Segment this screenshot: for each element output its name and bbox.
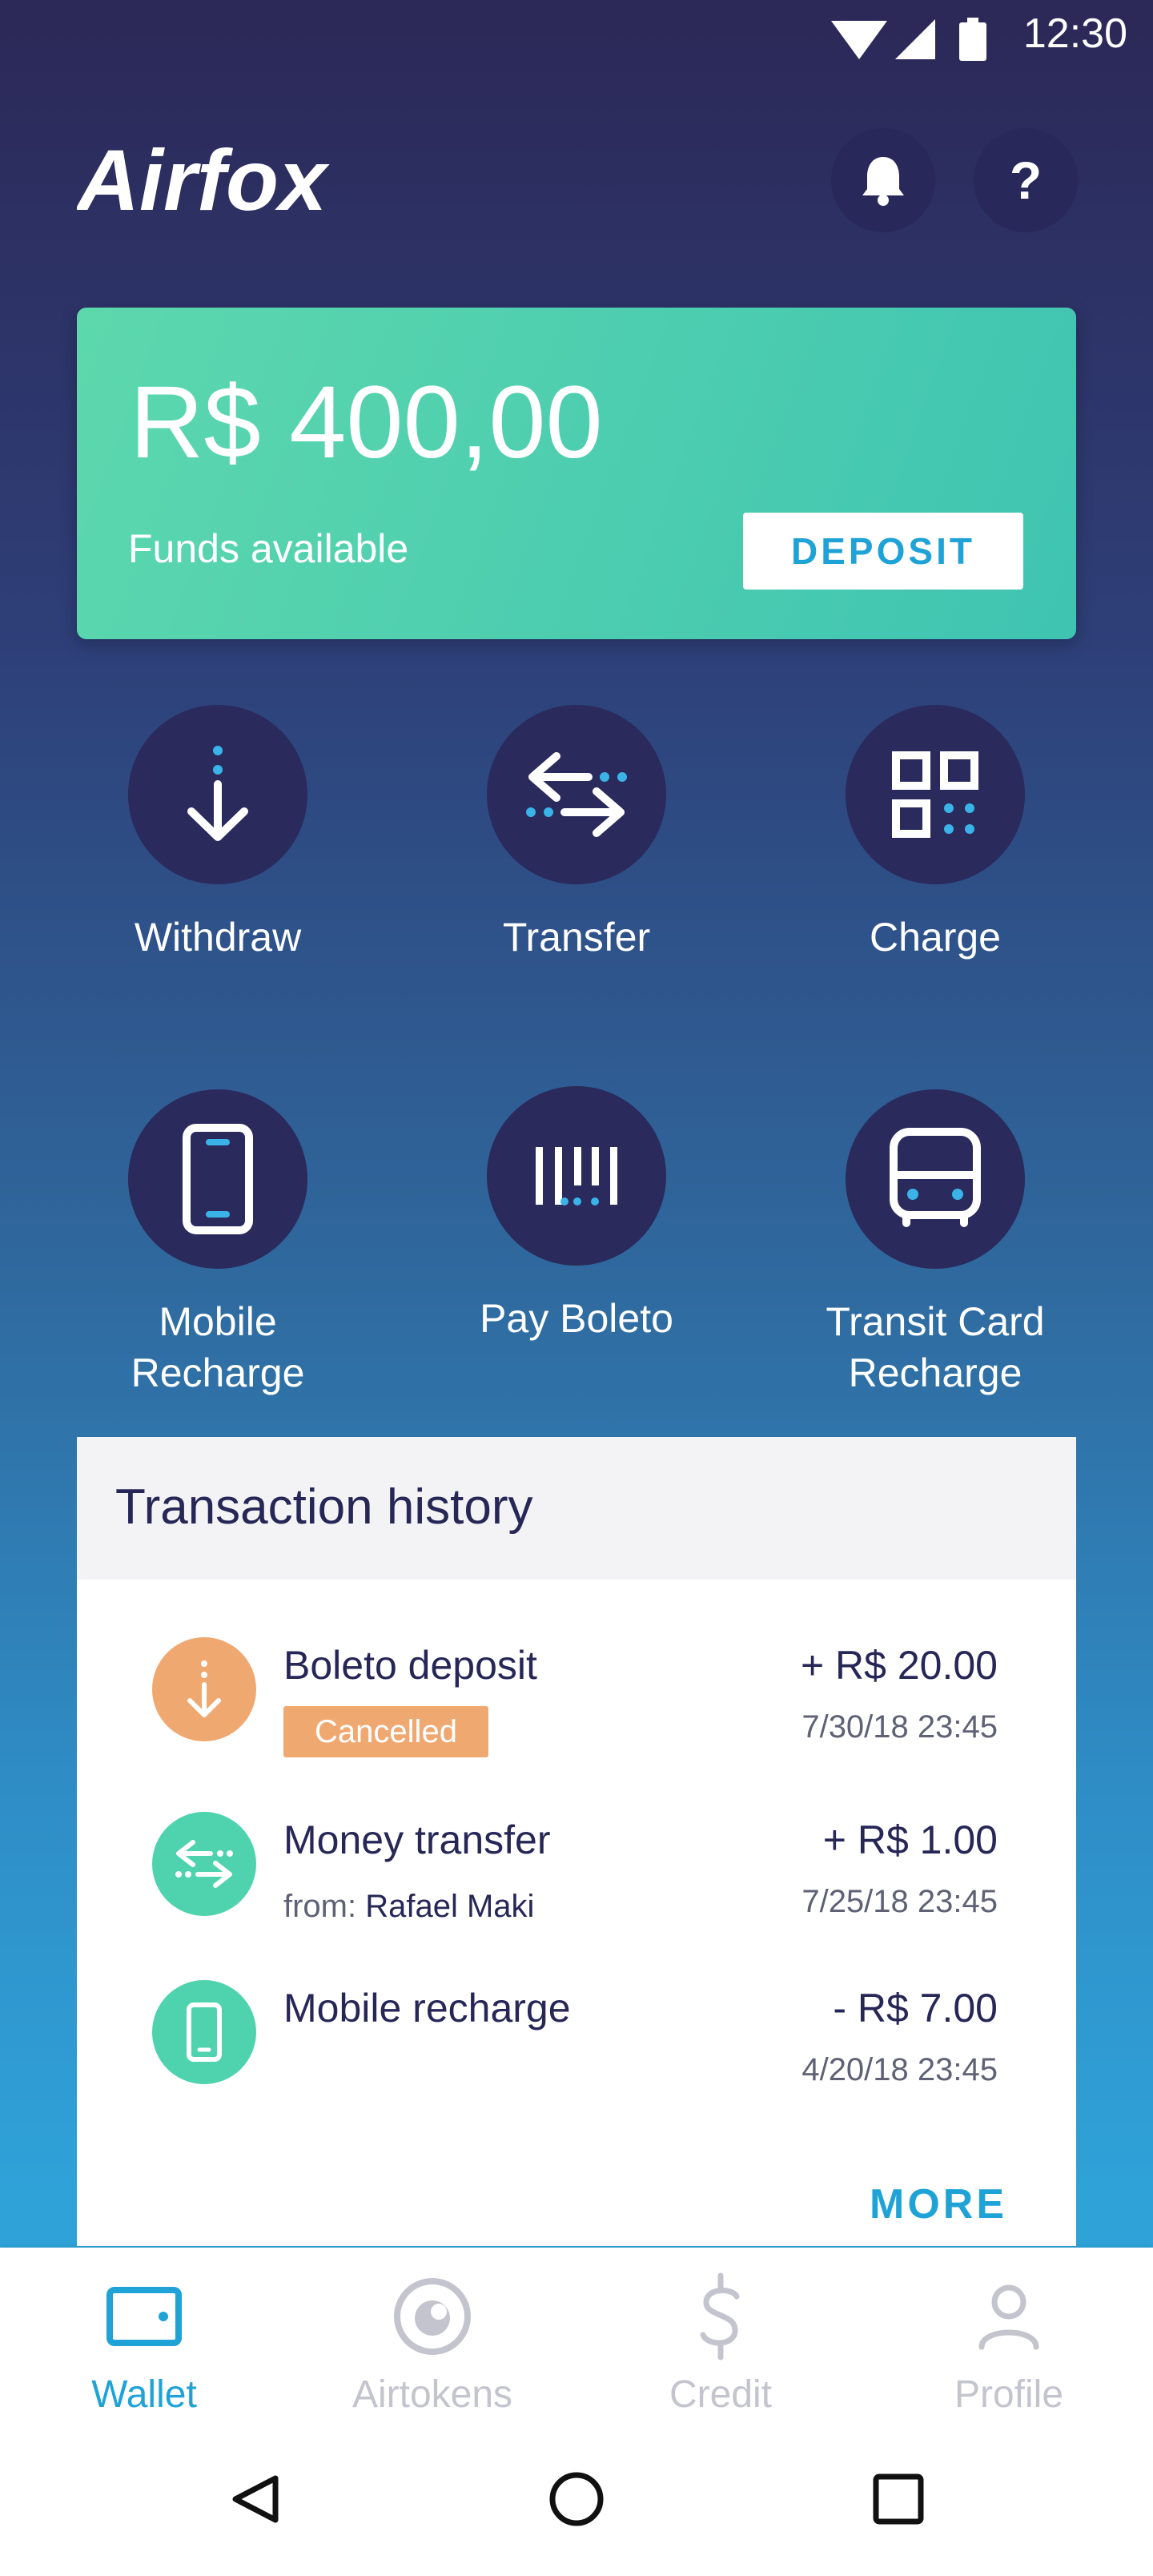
deposit-button[interactable]: DEPOSIT [743, 513, 1023, 590]
transaction-row[interactable]: Money transfer from: Rafael Maki + R$ 1.… [77, 1812, 1076, 1964]
nav-profile-label: Profile [954, 2373, 1064, 2416]
mobile-recharge-action[interactable]: Mobile Recharge [42, 1089, 394, 1399]
android-system-nav [232, 2472, 924, 2526]
nav-profile[interactable]: Profile [865, 2268, 1153, 2417]
barcode-icon [536, 1147, 617, 1205]
person-icon [978, 2284, 1039, 2350]
nav-airtokens[interactable]: Airtokens [288, 2268, 576, 2417]
funds-available-label: Funds available [128, 526, 409, 571]
from-name: Rafael Maki [365, 1889, 535, 1924]
pay-boleto-button[interactable] [487, 1086, 666, 1266]
logo-text: Airfox [77, 138, 330, 218]
transaction-row[interactable]: Mobile recharge - R$ 7.00 4/20/18 23:45 [77, 1980, 1076, 2132]
nav-credit-label: Credit [669, 2373, 773, 2416]
nav-airtokens-label: Airtokens [352, 2373, 513, 2416]
mobile-recharge-icon [152, 1980, 256, 2084]
transaction-date: 7/25/18 23:45 [801, 1884, 998, 1919]
mobile-recharge-label: Mobile Recharge [131, 1299, 305, 1395]
status-icons [831, 18, 986, 61]
transaction-name: Mobile recharge [283, 1986, 571, 2031]
transfer-button[interactable] [487, 705, 666, 884]
dollar-icon [700, 2272, 740, 2361]
transaction-amount: - R$ 7.00 [833, 1986, 998, 2031]
transaction-name: Boleto deposit [283, 1643, 537, 1688]
charge-action[interactable]: Charge [759, 705, 1111, 963]
wallet-icon [106, 2287, 182, 2346]
help-icon: ? [1009, 151, 1043, 210]
transaction-history-header: Transaction history [77, 1437, 1076, 1580]
status-badge: Cancelled [283, 1706, 488, 1757]
transaction-history-card: Transaction history Boleto deposit Cance… [77, 1437, 1076, 2246]
money-transfer-icon [152, 1812, 256, 1916]
qr-charge-icon [892, 751, 978, 838]
withdraw-button[interactable] [128, 705, 307, 884]
transaction-date: 7/30/18 23:45 [801, 1709, 998, 1745]
bottom-navigation: Wallet Airtokens Credit Profile [0, 2248, 1153, 2576]
transaction-amount: + R$ 1.00 [822, 1817, 998, 1862]
airfox-logo: Airfox [77, 138, 330, 218]
recents-icon[interactable] [873, 2473, 924, 2525]
transfer-icon [526, 752, 627, 837]
status-bar: 12:30 [0, 0, 1153, 77]
transaction-row[interactable]: Boleto deposit Cancelled + R$ 20.00 7/30… [77, 1637, 1076, 1789]
nav-wallet[interactable]: Wallet [0, 2268, 288, 2417]
airtokens-icon [394, 2278, 471, 2355]
pay-boleto-action[interactable]: Pay Boleto [400, 1086, 753, 1344]
withdraw-action[interactable]: Withdraw [42, 705, 394, 963]
boleto-deposit-icon [152, 1637, 256, 1741]
transaction-date: 4/20/18 23:45 [801, 2052, 998, 2087]
mobile-recharge-button[interactable] [128, 1089, 307, 1269]
mobile-icon [183, 1124, 253, 1234]
battery-icon [959, 18, 986, 61]
charge-button[interactable] [846, 705, 1025, 884]
transaction-from: from: Rafael Maki [283, 1889, 534, 1925]
transfer-label: Transfer [502, 915, 651, 960]
balance-card: R$ 400,00 Funds available DEPOSIT [77, 308, 1076, 639]
transaction-amount: + R$ 20.00 [800, 1643, 998, 1688]
signal-icon [895, 19, 935, 59]
notifications-button[interactable] [831, 128, 935, 232]
withdraw-icon [187, 746, 248, 841]
pay-boleto-label: Pay Boleto [480, 1296, 673, 1341]
bell-icon [862, 157, 904, 206]
transfer-action[interactable]: Transfer [400, 705, 753, 963]
transit-card-action[interactable]: Transit Card Recharge [759, 1089, 1111, 1399]
transaction-name: Money transfer [283, 1817, 551, 1862]
wifi-icon [831, 21, 887, 59]
charge-label: Charge [870, 915, 1001, 960]
bus-icon [890, 1128, 981, 1227]
back-icon[interactable] [232, 2475, 279, 2523]
home-icon[interactable] [549, 2472, 604, 2526]
more-button[interactable]: MORE [870, 2180, 1007, 2228]
balance-amount: R$ 400,00 [130, 365, 603, 480]
nav-credit[interactable]: Credit [576, 2268, 865, 2417]
transit-card-button[interactable] [846, 1089, 1025, 1269]
from-prefix: from: [283, 1889, 357, 1924]
transaction-history-title: Transaction history [115, 1479, 533, 1535]
status-time: 12:30 [1022, 10, 1127, 57]
help-button[interactable]: ? [974, 128, 1078, 232]
transit-card-label: Transit Card Recharge [826, 1299, 1045, 1395]
nav-wallet-label: Wallet [91, 2373, 197, 2416]
withdraw-label: Withdraw [134, 915, 302, 960]
